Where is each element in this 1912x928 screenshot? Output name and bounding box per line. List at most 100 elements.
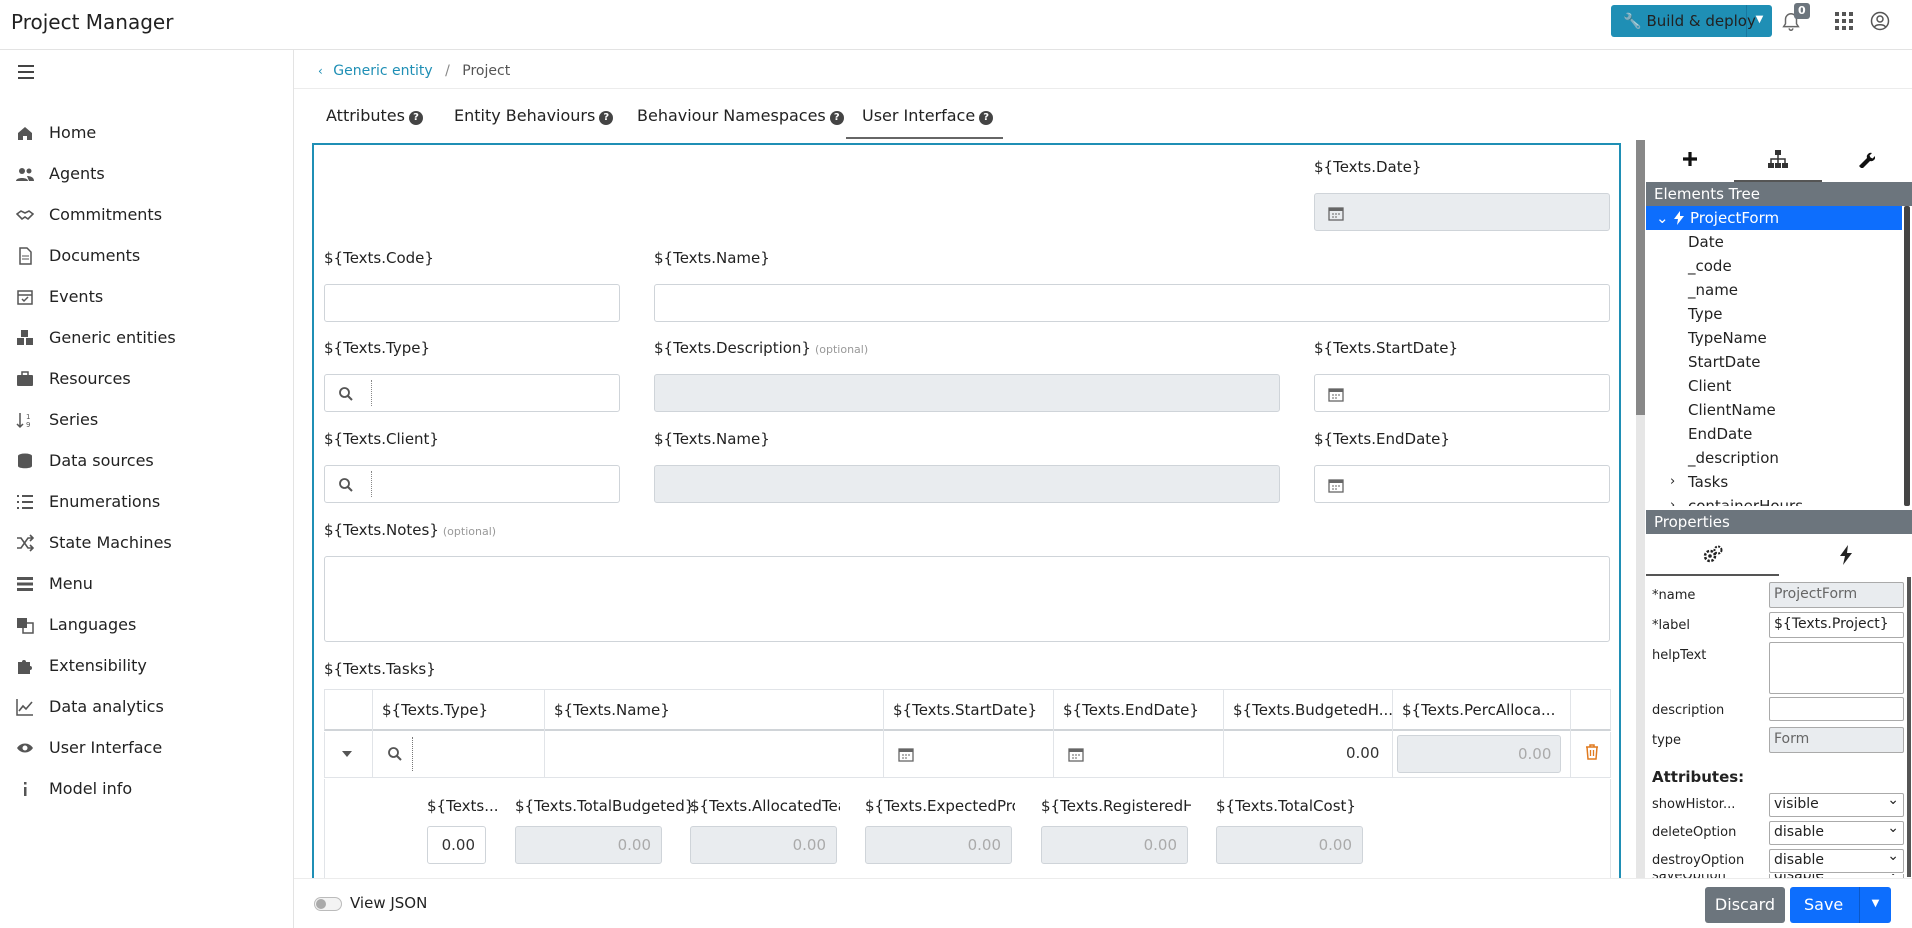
- tree-item[interactable]: Date: [1646, 230, 1902, 254]
- tree-scrollbar[interactable]: [1904, 206, 1910, 506]
- cell-budgeted[interactable]: 0.00: [1223, 732, 1379, 777]
- caret-down-icon[interactable]: [342, 751, 352, 759]
- attribute-select[interactable]: disable: [1769, 821, 1904, 845]
- attribute-select[interactable]: visible: [1769, 793, 1904, 817]
- breadcrumb-link-generic-entity[interactable]: Generic entity: [333, 63, 432, 79]
- tab-user-interface[interactable]: User Interface?: [862, 106, 994, 125]
- sidebar-item-user-interface[interactable]: User Interface: [0, 731, 294, 765]
- column-header-name[interactable]: ${Texts.Name}: [554, 701, 814, 719]
- help-icon[interactable]: ?: [829, 111, 844, 125]
- sidebar-item-series[interactable]: 19 Series: [0, 403, 294, 437]
- date-label: ${Texts.Date}: [1314, 158, 1422, 176]
- column-header-type[interactable]: ${Texts.Type}: [382, 701, 507, 719]
- tree-item[interactable]: EndDate: [1646, 422, 1902, 446]
- tree-item[interactable]: Type: [1646, 302, 1902, 326]
- type-input[interactable]: Form: [1769, 727, 1904, 753]
- notes-textarea[interactable]: [324, 556, 1610, 642]
- column-header-startdate[interactable]: ${Texts.StartDate}: [893, 701, 1058, 719]
- startdate-field[interactable]: [1314, 374, 1610, 412]
- tree-item[interactable]: _description: [1646, 446, 1902, 470]
- tab-behaviour-namespaces[interactable]: Behaviour Namespaces?: [637, 106, 844, 125]
- sidebar-item-resources[interactable]: Resources: [0, 362, 294, 396]
- attributes-title: Attributes:: [1652, 768, 1745, 786]
- settings-tab[interactable]: [1822, 140, 1910, 182]
- code-field[interactable]: [324, 284, 620, 322]
- add-element-tab[interactable]: [1646, 140, 1734, 182]
- label-input[interactable]: ${Texts.Project}: [1769, 612, 1904, 638]
- help-icon[interactable]: ?: [979, 111, 994, 125]
- user-icon[interactable]: [1870, 11, 1890, 31]
- tree-item-containerhours[interactable]: › containerHours: [1646, 494, 1902, 506]
- cell-name[interactable]: [544, 732, 545, 777]
- view-json-toggle[interactable]: [314, 897, 342, 911]
- sidebar-item-extensibility[interactable]: Extensibility: [0, 649, 294, 683]
- enddate-field[interactable]: [1314, 465, 1610, 503]
- tree-item[interactable]: ClientName: [1646, 398, 1902, 422]
- build-deploy-dropdown[interactable]: ▼: [1746, 5, 1772, 37]
- tree-item-projectform[interactable]: ⌄ ProjectForm: [1646, 206, 1902, 230]
- tab-entity-behaviours[interactable]: Entity Behaviours?: [454, 106, 614, 125]
- column-header-enddate[interactable]: ${Texts.EndDate}: [1063, 701, 1223, 719]
- trash-icon[interactable]: [1585, 744, 1599, 760]
- sidebar-item-events[interactable]: Events: [0, 280, 294, 314]
- sidebar-item-data-sources[interactable]: Data sources: [0, 444, 294, 478]
- apps-grid-icon[interactable]: [1835, 12, 1853, 30]
- save-dropdown[interactable]: ▼: [1859, 887, 1891, 923]
- attribute-select[interactable]: disable: [1769, 849, 1904, 873]
- tree-item[interactable]: StartDate: [1646, 350, 1902, 374]
- tree-item[interactable]: TypeName: [1646, 326, 1902, 350]
- date-field[interactable]: [1314, 193, 1610, 231]
- tree-item-label: Type: [1688, 305, 1723, 323]
- sidebar-item-commitments[interactable]: Commitments: [0, 198, 294, 232]
- tree-item[interactable]: Client: [1646, 374, 1902, 398]
- help-icon[interactable]: ?: [408, 111, 423, 125]
- discard-button[interactable]: Discard: [1705, 887, 1785, 923]
- helptext-textarea[interactable]: [1769, 642, 1904, 694]
- column-header-percalloc[interactable]: ${Texts.PercAlloca...: [1402, 701, 1567, 719]
- tree-item[interactable]: _code: [1646, 254, 1902, 278]
- cell-enddate[interactable]: [1053, 732, 1084, 777]
- elements-tree-tab[interactable]: [1734, 140, 1822, 182]
- chevron-down-icon[interactable]: ⌄: [1656, 206, 1669, 230]
- chevron-left-icon[interactable]: ‹: [318, 64, 323, 78]
- description-label-text: ${Texts.Description}: [654, 339, 811, 357]
- sidebar-item-model-info[interactable]: Model info: [0, 772, 294, 806]
- sidebar-item-state-machines[interactable]: State Machines: [0, 526, 294, 560]
- sidebar-item-agents[interactable]: Agents: [0, 157, 294, 191]
- sidebar-item-home[interactable]: Home: [0, 116, 294, 150]
- tree-item-tasks[interactable]: › Tasks: [1646, 470, 1902, 494]
- type-lookup-field[interactable]: [324, 374, 620, 412]
- chevron-right-icon[interactable]: ›: [1670, 494, 1675, 506]
- cell-type[interactable]: [372, 732, 413, 777]
- panel-splitter[interactable]: [1636, 140, 1645, 415]
- wrench-icon: [1859, 152, 1876, 169]
- cell-startdate[interactable]: [883, 732, 914, 777]
- name-field[interactable]: [654, 284, 1610, 322]
- sidebar-item-generic-entities[interactable]: Generic entities: [0, 321, 294, 355]
- sidebar-item-languages[interactable]: Languages: [0, 608, 294, 642]
- properties-scrollbar[interactable]: [1907, 577, 1911, 877]
- hamburger-menu-icon[interactable]: [18, 65, 34, 79]
- properties-events-tab[interactable]: [1779, 534, 1912, 576]
- sidebar-item-data-analytics[interactable]: Data analytics: [0, 690, 294, 724]
- properties-tabs: [1646, 534, 1912, 576]
- client-name-field[interactable]: [654, 465, 1280, 503]
- description-field[interactable]: [654, 374, 1280, 412]
- tab-attributes[interactable]: Attributes?: [326, 106, 423, 125]
- column-header-budgeted[interactable]: ${Texts.BudgetedH...: [1233, 701, 1393, 719]
- description-input[interactable]: [1769, 697, 1904, 721]
- save-button[interactable]: Save ▼: [1790, 887, 1891, 923]
- tree-item[interactable]: _name: [1646, 278, 1902, 302]
- sidebar-item-documents[interactable]: Documents: [0, 239, 294, 273]
- chevron-right-icon[interactable]: ›: [1670, 470, 1675, 494]
- build-deploy-button[interactable]: 🔧 Build & deploy ▼: [1611, 5, 1772, 37]
- detail-field-editable[interactable]: 0.00: [427, 826, 486, 864]
- client-lookup-field[interactable]: [324, 465, 620, 503]
- sidebar-item-enumerations[interactable]: Enumerations: [0, 485, 294, 519]
- form-designer-canvas[interactable]: ${Texts.Date} ${Texts.Code} ${Texts.Name…: [312, 143, 1621, 928]
- name-input[interactable]: ProjectForm: [1769, 582, 1904, 608]
- attribute-select[interactable]: disable: [1769, 874, 1904, 878]
- sidebar-item-menu[interactable]: Menu: [0, 567, 294, 601]
- help-icon[interactable]: ?: [599, 111, 614, 125]
- properties-settings-tab[interactable]: [1646, 534, 1779, 576]
